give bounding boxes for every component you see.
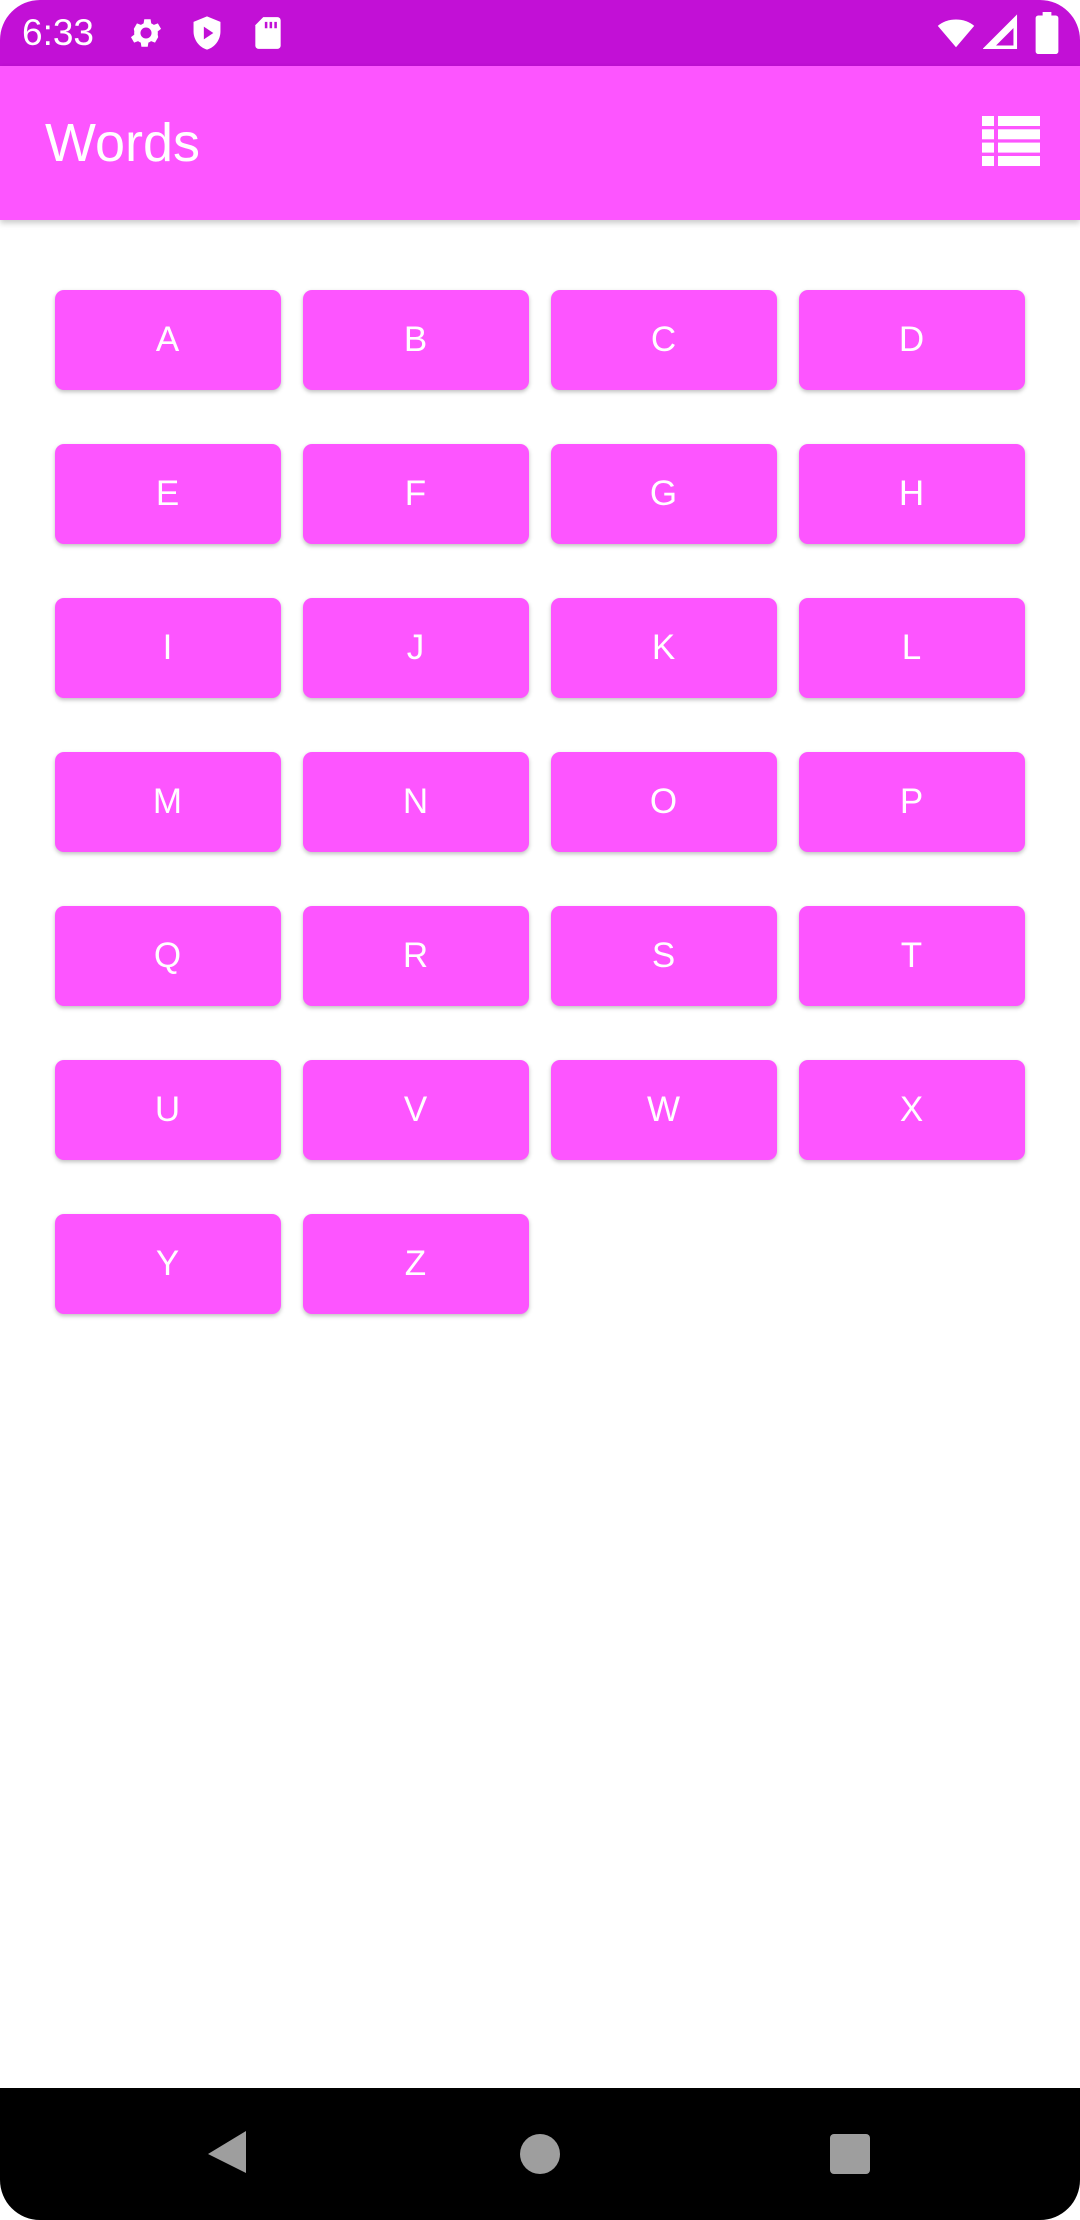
letter-button-m[interactable]: M [55,752,281,852]
letter-button-k[interactable]: K [551,598,777,698]
play-protect-icon [188,14,226,52]
letter-button-h[interactable]: H [799,444,1025,544]
back-icon[interactable] [202,2126,258,2182]
letter-button-f[interactable]: F [303,444,529,544]
letter-button-u[interactable]: U [55,1060,281,1160]
letter-button-s[interactable]: S [551,906,777,1006]
letter-button-b[interactable]: B [303,290,529,390]
letter-button-z[interactable]: Z [303,1214,529,1314]
letter-button-o[interactable]: O [551,752,777,852]
letter-button-q[interactable]: Q [55,906,281,1006]
letter-button-p[interactable]: P [799,752,1025,852]
letter-button-w[interactable]: W [551,1060,777,1160]
status-bar: 6:33 [0,0,1080,66]
status-time: 6:33 [22,12,95,53]
letter-button-l[interactable]: L [799,598,1025,698]
navigation-bar [0,2088,1080,2220]
letter-button-j[interactable]: J [303,598,529,698]
letter-button-d[interactable]: D [799,290,1025,390]
page-title: Words [45,113,201,173]
letter-button-a[interactable]: A [55,290,281,390]
sd-card-icon [249,14,287,52]
letter-button-r[interactable]: R [303,906,529,1006]
battery-icon [1034,12,1060,54]
app-bar: Words [0,66,1080,220]
letter-grid: ABCD EFGH IJKL MNOP QRST UVWX YZ [55,290,1025,1314]
letter-button-y[interactable]: Y [55,1214,281,1314]
letter-button-t[interactable]: T [799,906,1025,1006]
screen: 6:33 Words A B C D E F G H I J K L M N O… [0,0,1080,2220]
signal-icon [983,14,1019,52]
settings-icon [127,14,165,52]
letter-button-n[interactable]: N [303,752,529,852]
letter-button-i[interactable]: I [55,598,281,698]
letter-button-x[interactable]: X [799,1060,1025,1160]
letter-button-v[interactable]: V [303,1060,529,1160]
letter-button-c[interactable]: C [551,290,777,390]
recents-icon[interactable] [822,2126,878,2182]
list-layout-icon[interactable] [982,116,1040,166]
letter-button-g[interactable]: G [551,444,777,544]
letter-button-e[interactable]: E [55,444,281,544]
home-icon[interactable] [512,2126,568,2182]
wifi-icon [935,14,977,52]
